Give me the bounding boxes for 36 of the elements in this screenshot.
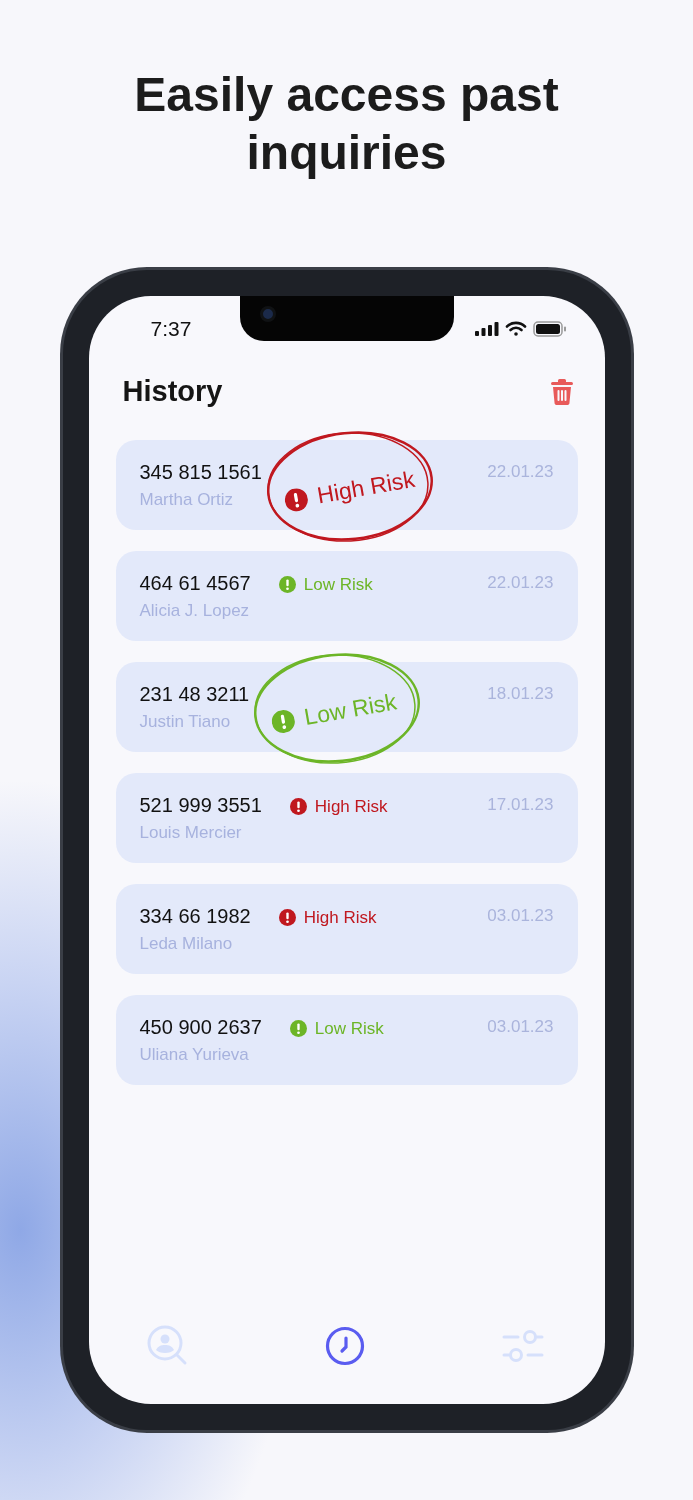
inquiry-date: 22.01.23 bbox=[487, 460, 554, 483]
battery-icon bbox=[532, 321, 567, 337]
customer-name: Alicia J. Lopez bbox=[139, 599, 251, 622]
inquiry-date: 18.01.23 bbox=[487, 682, 554, 705]
card-background[interactable] bbox=[115, 883, 578, 974]
inquiry-date: 03.01.23 bbox=[487, 904, 554, 927]
customer-name: Uliana Yurieva bbox=[139, 1043, 250, 1066]
customer-name: Leda Milano bbox=[139, 932, 234, 955]
phone-number: 334 66 1982 bbox=[139, 903, 251, 929]
risk-label: Low Risk bbox=[303, 573, 373, 596]
phone-number: 521 999 3551 bbox=[139, 792, 262, 818]
phone-number: 450 900 2637 bbox=[139, 1014, 262, 1040]
risk-label: High Risk bbox=[314, 795, 388, 818]
card-background[interactable] bbox=[115, 772, 578, 863]
phone-number: 345 815 1561 bbox=[139, 459, 262, 485]
risk-label: Low Risk bbox=[314, 1017, 384, 1040]
card-background[interactable] bbox=[115, 439, 578, 530]
risk-label: High Risk bbox=[314, 464, 418, 510]
customer-name: Justin Tiano bbox=[139, 710, 232, 733]
phone-number: 231 48 3211 bbox=[139, 681, 250, 707]
inquiry-date: 17.01.23 bbox=[487, 793, 554, 816]
customer-name: Louis Mercier bbox=[139, 821, 243, 844]
card-background[interactable] bbox=[115, 661, 578, 752]
risk-label: Low Risk bbox=[301, 686, 400, 732]
headline: Easily access past inquiries bbox=[133, 67, 560, 181]
signal-icon bbox=[474, 322, 499, 336]
phone-number: 464 61 4567 bbox=[139, 570, 251, 596]
status-time: 7:37 bbox=[150, 316, 192, 343]
inquiry-date: 03.01.23 bbox=[487, 1015, 554, 1038]
screen-title: History bbox=[122, 374, 223, 409]
customer-name: Martha Ortiz bbox=[139, 488, 235, 511]
risk-label: High Risk bbox=[303, 906, 377, 929]
trash-button[interactable] bbox=[550, 378, 573, 405]
inquiry-date: 22.01.23 bbox=[487, 571, 554, 594]
history-tab[interactable] bbox=[323, 1324, 367, 1368]
wifi-icon bbox=[504, 321, 527, 337]
